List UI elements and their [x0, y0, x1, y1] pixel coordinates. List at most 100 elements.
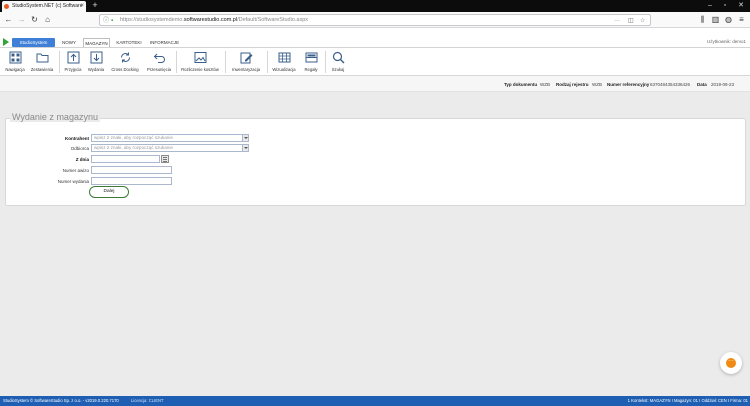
ribbon-szukaj-button[interactable]: Szukaj	[328, 48, 348, 76]
ribbon-divider	[176, 51, 177, 73]
typ-dokumentu-value: WZB	[540, 82, 550, 87]
numer-referencyjny-value: 6370484354336426	[650, 82, 691, 87]
rodzaj-rejestru-value: WZB	[592, 82, 602, 87]
minimize-icon[interactable]: –	[703, 0, 717, 12]
numer-awizo-field[interactable]	[91, 166, 172, 174]
ribbon-label: Rozliczenie kosztów	[181, 67, 219, 72]
brand-button[interactable]: StudioSystem	[12, 38, 55, 47]
ribbon-wydania-button[interactable]: Wydania	[86, 48, 106, 76]
numer-wydania-label: Numer wydania	[57, 179, 89, 184]
ribbon-label: Szukaj	[331, 67, 345, 72]
download-icon	[90, 51, 103, 64]
form-title: Wydanie z magazynu	[10, 112, 100, 122]
data-value: 2019-09-23	[711, 82, 735, 87]
forward-icon[interactable]: →	[16, 14, 27, 25]
browser-nav-bar: ← → ↻ ⌂ ⓘ ▪ https://studiosystemdemo.sof…	[0, 12, 750, 28]
numer-awizo-label: Numer awizo	[62, 168, 89, 173]
dalej-button[interactable]: Dalej	[89, 186, 129, 198]
kontrahent-label: Kontrahent	[65, 136, 89, 141]
url-prefix: https://studiosystemdemo.	[120, 17, 184, 23]
chat-icon: ···	[726, 358, 736, 368]
numer-referencyjny-label: Numer referencyjny	[607, 82, 650, 87]
odbiorca-field[interactable]: wpisz 2 znaki, aby rozpocząć szukanie	[91, 144, 249, 152]
ribbon-przesuniecia-button[interactable]: Przesunięcia	[144, 48, 174, 76]
new-tab-icon[interactable]: +	[90, 0, 100, 12]
menu-hamburger-icon[interactable]: ≡	[736, 14, 747, 25]
numer-wydania-field[interactable]	[91, 177, 172, 185]
search-icon	[332, 51, 345, 64]
home-icon[interactable]: ⌂	[42, 14, 53, 25]
close-tab-icon[interactable]: ×	[80, 1, 84, 12]
sidebar-toggle-icon[interactable]: ▥	[710, 14, 721, 25]
odbiorca-placeholder: wpisz 2 znaki, aby rozpocząć szukanie	[94, 145, 173, 150]
ribbon-label: Wydania	[87, 67, 105, 72]
ribbon-divider	[59, 51, 60, 73]
typ-dokumentu-label: Typ dokumentu	[504, 82, 538, 87]
tab-magazyn[interactable]: MAGAZYN	[83, 38, 110, 47]
ribbon-divider	[225, 51, 226, 73]
warehouse-icon	[278, 51, 291, 64]
ribbon-label: Przesunięcia	[147, 67, 171, 72]
ribbon-inwentaryzacja-button[interactable]: Inwentaryzacja	[228, 48, 264, 76]
edit-icon	[240, 51, 253, 64]
chevron-down-icon[interactable]	[242, 135, 248, 141]
upload-icon	[67, 51, 80, 64]
ribbon-zestawienia-button[interactable]: Zestawienia	[29, 48, 55, 76]
status-license: Licencja: CLIENT	[131, 398, 164, 403]
reload-icon[interactable]: ↻	[29, 14, 40, 25]
status-bar: StudioSystem © SoftwareStudio Sp. z o.o.…	[0, 396, 750, 406]
kontrahent-placeholder: wpisz 2 znaki, aby rozpocząć szukanie	[94, 135, 173, 140]
cycle-icon	[119, 51, 132, 64]
z-dnia-field[interactable]	[91, 155, 160, 163]
chevron-down-icon[interactable]	[242, 145, 248, 151]
favicon-icon	[4, 4, 9, 9]
browser-tab-bar: StudioSystem.NET (c) Software × + – ▫ ✕	[0, 0, 750, 12]
document-info-bar: Typ dokumentu WZB Rodzaj rejestru WZB Nu…	[0, 76, 750, 92]
tab-title: StudioSystem.NET (c) Software	[12, 3, 83, 9]
bookmark-star-icon[interactable]: ☆	[640, 16, 645, 26]
status-copyright: StudioSystem © SoftwareStudio Sp. z o.o.…	[3, 398, 119, 403]
ribbon-label: Nawigacja	[5, 67, 25, 72]
odbiorca-label: Odbiorca	[70, 146, 89, 151]
ribbon-label: Inwentaryzacja	[232, 67, 260, 72]
browser-tab[interactable]: StudioSystem.NET (c) Software ×	[2, 1, 86, 12]
play-logo-icon	[3, 38, 9, 46]
page-actions-icon[interactable]: ···	[614, 16, 620, 26]
url-path: /Default/SoftwareStudio.aspx	[237, 17, 309, 23]
lock-icon: ▪	[111, 18, 114, 24]
undo-arrow-icon	[153, 51, 166, 64]
z-dnia-label: Z dnia	[75, 157, 89, 162]
account-icon[interactable]: ◍	[723, 14, 734, 25]
ribbon-nawigacja-button[interactable]: Nawigacja	[3, 48, 27, 76]
data-label: Data	[697, 82, 707, 87]
ribbon-label: Wizualizacja	[272, 67, 296, 72]
ribbon-label: Cross Docking	[111, 67, 139, 72]
ribbon-label: Regały	[304, 67, 318, 72]
back-icon[interactable]: ←	[3, 14, 14, 25]
info-icon[interactable]: ⓘ	[103, 16, 109, 26]
rodzaj-rejestru-label: Rodzaj rejestru	[556, 82, 589, 87]
library-icon[interactable]: ⫼	[697, 14, 708, 25]
grid-icon	[9, 51, 22, 64]
tab-kartoteki[interactable]: KARTOTEKI	[114, 38, 144, 47]
maximize-icon[interactable]: ▫	[718, 0, 732, 12]
image-icon	[194, 51, 207, 64]
ribbon-cross-docking-button[interactable]: Cross Docking	[108, 48, 142, 76]
calendar-icon[interactable]	[161, 155, 169, 163]
ribbon-divider	[267, 51, 268, 73]
chat-widget-button[interactable]: ···	[720, 352, 742, 374]
address-bar[interactable]: ⓘ ▪ https://studiosystemdemo.softwarestu…	[99, 14, 651, 26]
status-context: 1 Kontekst: MAGAZYN I Magazyn: 01 I Oddz…	[627, 398, 748, 403]
ribbon-regaly-button[interactable]: Regały	[300, 48, 322, 76]
ribbon-divider	[325, 51, 326, 73]
ribbon-wizualizacja-button[interactable]: Wizualizacja	[270, 48, 298, 76]
ribbon-toolbar: Nawigacja Zestawienia Przyjęcia Wydania	[0, 47, 750, 75]
ribbon-rozliczenie-kosztow-button[interactable]: Rozliczenie kosztów	[178, 48, 222, 76]
kontrahent-field[interactable]: wpisz 2 znaki, aby rozpocząć szukanie	[91, 134, 249, 142]
close-window-icon[interactable]: ✕	[734, 0, 748, 12]
tab-informacje[interactable]: INFORMACJE	[148, 38, 181, 47]
ribbon-label: Przyjęcia	[64, 67, 82, 72]
pocket-icon[interactable]: ◫	[628, 16, 634, 26]
tab-nowy[interactable]: NOWY	[59, 38, 79, 47]
ribbon-przyjecia-button[interactable]: Przyjęcia	[62, 48, 84, 76]
